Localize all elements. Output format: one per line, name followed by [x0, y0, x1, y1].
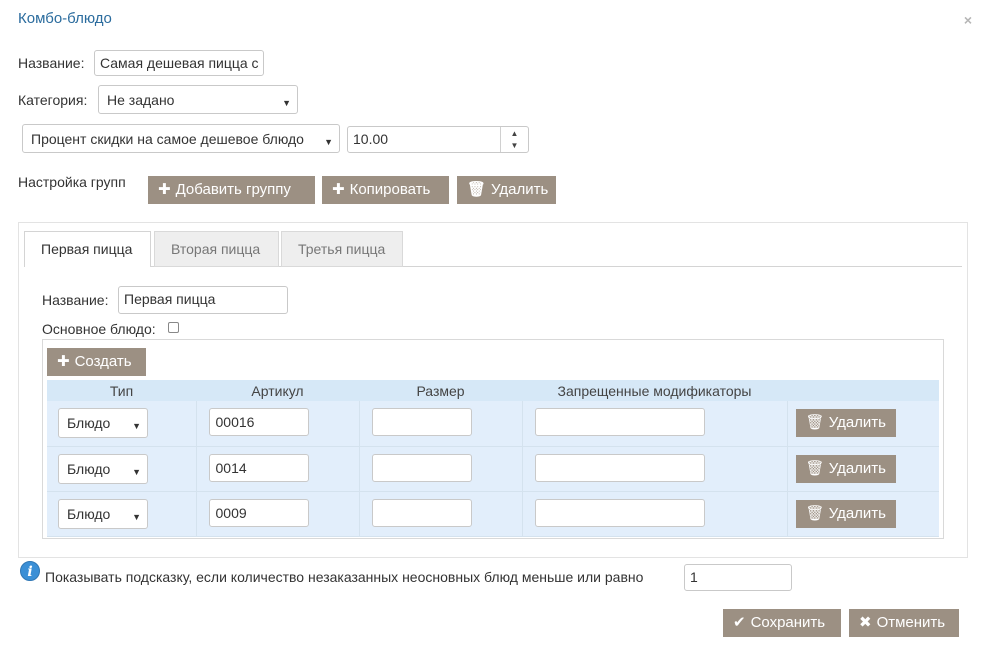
discount-type-select[interactable]: Процент скидки на самое дешевое блюдо ▼ [22, 124, 340, 153]
delete-row-label: Удалить [828, 414, 886, 431]
plus-icon: ✚ [57, 353, 70, 370]
category-label: Категория: [18, 92, 88, 108]
caret-down-icon: ▼ [282, 98, 291, 108]
caret-down-icon: ▼ [132, 466, 141, 477]
delete-row-button[interactable]: 🗑 Удалить [795, 499, 896, 528]
trash-icon: 🗑 [805, 504, 829, 522]
check-icon: ✔ [733, 614, 746, 631]
category-select[interactable]: Не задано ▼ [98, 85, 298, 114]
article-input[interactable]: 00016 [208, 408, 309, 436]
copy-group-button[interactable]: ✚ Копировать [322, 176, 449, 204]
group-name-input[interactable]: Первая пицца [118, 286, 288, 314]
type-select-value: Блюдо [67, 460, 111, 477]
save-button[interactable]: ✔ Сохранить [723, 609, 841, 637]
column-header-actions [787, 380, 939, 401]
forbidden-modifiers-input[interactable] [534, 453, 705, 482]
add-group-button[interactable]: ✚ Добавить группу [148, 176, 315, 204]
name-input[interactable]: Самая дешевая пицца с [94, 50, 264, 76]
delete-row-label: Удалить [828, 504, 886, 522]
dialog-title: Комбо-блюдо [18, 10, 112, 27]
forbidden-modifiers-input[interactable] [534, 498, 705, 527]
article-input[interactable]: 0014 [208, 453, 309, 482]
table-row: Блюдо ▼ 0014 🗑 Удалить [47, 446, 939, 492]
tab-third-pizza[interactable]: Третья пицца [281, 231, 403, 267]
column-header-forbidden-modifiers: Запрещенные модификаторы [522, 380, 787, 401]
plus-icon: ✚ [332, 181, 345, 198]
delete-row-button[interactable]: 🗑 Удалить [795, 409, 896, 437]
caret-down-icon: ▼ [132, 421, 141, 431]
type-select[interactable]: Блюдо ▼ [58, 453, 148, 484]
create-item-label: Создать [74, 353, 132, 370]
discount-amount-input[interactable]: 10.00 ▲ ▼ [347, 126, 529, 153]
items-table: Тип Артикул Размер Запрещенные модификат… [47, 380, 939, 537]
cancel-button-label: Отменить [876, 614, 946, 631]
close-icon[interactable]: × [964, 12, 972, 28]
trash-icon: 🗑 [805, 414, 829, 431]
column-header-type: Тип [47, 380, 196, 401]
type-select-value: Блюдо [67, 415, 111, 431]
category-select-value: Не задано [107, 92, 175, 108]
delete-group-button[interactable]: 🗑 Удалить [457, 176, 556, 204]
groups-label: Настройка групп [18, 174, 126, 190]
type-select-value: Блюдо [67, 505, 111, 522]
size-input[interactable] [371, 453, 472, 482]
table-header-row: Тип Артикул Размер Запрещенные модификат… [47, 380, 939, 401]
create-item-button[interactable]: ✚ Создать [47, 348, 146, 376]
table-row: Блюдо ▼ 00016 🗑 Удалить [47, 401, 939, 447]
main-dish-label: Основное блюдо: [42, 321, 156, 337]
trash-icon: 🗑 [467, 181, 487, 198]
tab-first-pizza[interactable]: Первая пицца [24, 231, 151, 267]
info-icon: i [20, 561, 40, 581]
save-button-label: Сохранить [750, 614, 826, 631]
delete-row-label: Удалить [828, 459, 886, 477]
table-row: Блюдо ▼ 0009 🗑 Удалить [47, 491, 939, 537]
trash-icon: 🗑 [805, 459, 829, 477]
type-select[interactable]: Блюдо ▼ [58, 408, 148, 438]
plus-icon: ✚ [158, 181, 171, 198]
cancel-button[interactable]: ✖ Отменить [849, 609, 959, 637]
caret-down-icon: ▼ [324, 137, 333, 147]
add-group-label: Добавить группу [175, 181, 291, 198]
delete-row-button[interactable]: 🗑 Удалить [795, 454, 896, 483]
discount-type-value: Процент скидки на самое дешевое блюдо [31, 131, 304, 147]
hint-threshold-input[interactable]: 1 [684, 564, 792, 591]
size-input[interactable] [371, 408, 472, 436]
forbidden-modifiers-input[interactable] [534, 408, 705, 436]
discount-amount-value: 10.00 [353, 131, 389, 147]
copy-group-label: Копировать [349, 181, 431, 198]
caret-down-icon: ▼ [132, 511, 141, 522]
article-input[interactable]: 0009 [208, 498, 309, 527]
main-dish-checkbox[interactable] [168, 322, 179, 333]
hint-text: Показывать подсказку, если количество не… [45, 569, 644, 585]
size-input[interactable] [371, 498, 472, 527]
group-name-label: Название: [42, 292, 109, 308]
column-header-size: Размер [359, 380, 522, 401]
spinner-up-icon[interactable]: ▲ [501, 129, 528, 139]
close-icon: ✖ [859, 614, 872, 631]
name-label: Название: [18, 55, 85, 71]
tab-second-pizza[interactable]: Вторая пицца [154, 231, 279, 267]
spinner-down-icon[interactable]: ▼ [501, 141, 528, 151]
type-select[interactable]: Блюдо ▼ [58, 498, 148, 529]
column-header-article: Артикул [196, 380, 359, 401]
number-spinner[interactable]: ▲ ▼ [500, 127, 528, 152]
delete-group-label: Удалить [491, 181, 549, 198]
